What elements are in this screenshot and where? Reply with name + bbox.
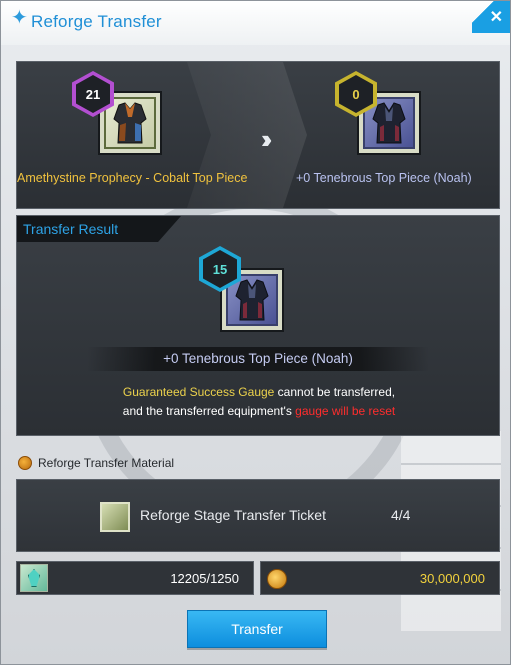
material-section-label: Reforge Transfer Material: [38, 456, 175, 470]
close-icon: ✕: [489, 9, 503, 26]
transfer-result-tab: Transfer Result: [17, 216, 181, 242]
transfer-result-panel: Transfer Result 15 +0 Tenebrous Top Piec…: [16, 215, 500, 436]
crystal-cost-box: 12205/1250: [16, 561, 254, 595]
transfer-arrow-icon: ››: [261, 124, 273, 154]
source-item-name: Amethystine Prophecy - Cobalt Top Piece: [17, 171, 248, 185]
result-level-value: 15: [203, 250, 237, 288]
gold-icon: [267, 569, 287, 589]
result-item-name: +0 Tenebrous Top Piece (Noah): [87, 347, 429, 371]
ticket-name: Reforge Stage Transfer Ticket: [140, 507, 326, 523]
armor-icon: [372, 102, 406, 144]
transfer-items-panel: 21 ›› 0 Amethystine Prophecy - Cobalt To…: [16, 61, 500, 209]
coin-icon: [18, 456, 32, 470]
target-level-value: 0: [339, 75, 373, 113]
notice-line-2: and the transferred equipment's gauge wi…: [17, 404, 501, 418]
material-section-header: Reforge Transfer Material: [18, 456, 174, 470]
armor-icon: [235, 279, 269, 321]
crystal-cost-value: 12205/1250: [170, 571, 239, 586]
target-item-name: +0 Tenebrous Top Piece (Noah): [296, 171, 472, 185]
gauge-reset-warning: gauge will be reset: [295, 404, 396, 418]
title-bar: ✦ Reforge Transfer ✕: [1, 1, 510, 45]
gold-cost-value: 30,000,000: [419, 571, 485, 586]
chevron-background: [187, 62, 307, 208]
ticket-icon[interactable]: [100, 502, 130, 532]
transfer-button[interactable]: Transfer: [187, 610, 327, 648]
notice-line-2-text: and the transferred equipment's: [122, 404, 296, 418]
ticket-count: 4/4: [391, 507, 411, 523]
close-button[interactable]: ✕: [472, 1, 510, 33]
gold-cost-box: 30,000,000: [260, 561, 500, 595]
coat-icon: [113, 102, 147, 144]
material-panel: Reforge Stage Transfer Ticket 4/4: [16, 479, 500, 552]
window-title: Reforge Transfer: [31, 12, 162, 31]
reforge-transfer-window: ✦ Reforge Transfer ✕ 21 ›› 0 Amethystine…: [0, 0, 511, 665]
source-level-value: 21: [76, 75, 110, 113]
crystal-icon: [20, 564, 48, 592]
gauge-highlight: Guaranteed Success Gauge: [122, 385, 275, 399]
sparkle-icon: ✦: [11, 7, 28, 29]
notice-line-1: Guaranteed Success Gauge cannot be trans…: [17, 385, 501, 399]
notice-line-1-text: cannot be transferred,: [274, 385, 396, 399]
